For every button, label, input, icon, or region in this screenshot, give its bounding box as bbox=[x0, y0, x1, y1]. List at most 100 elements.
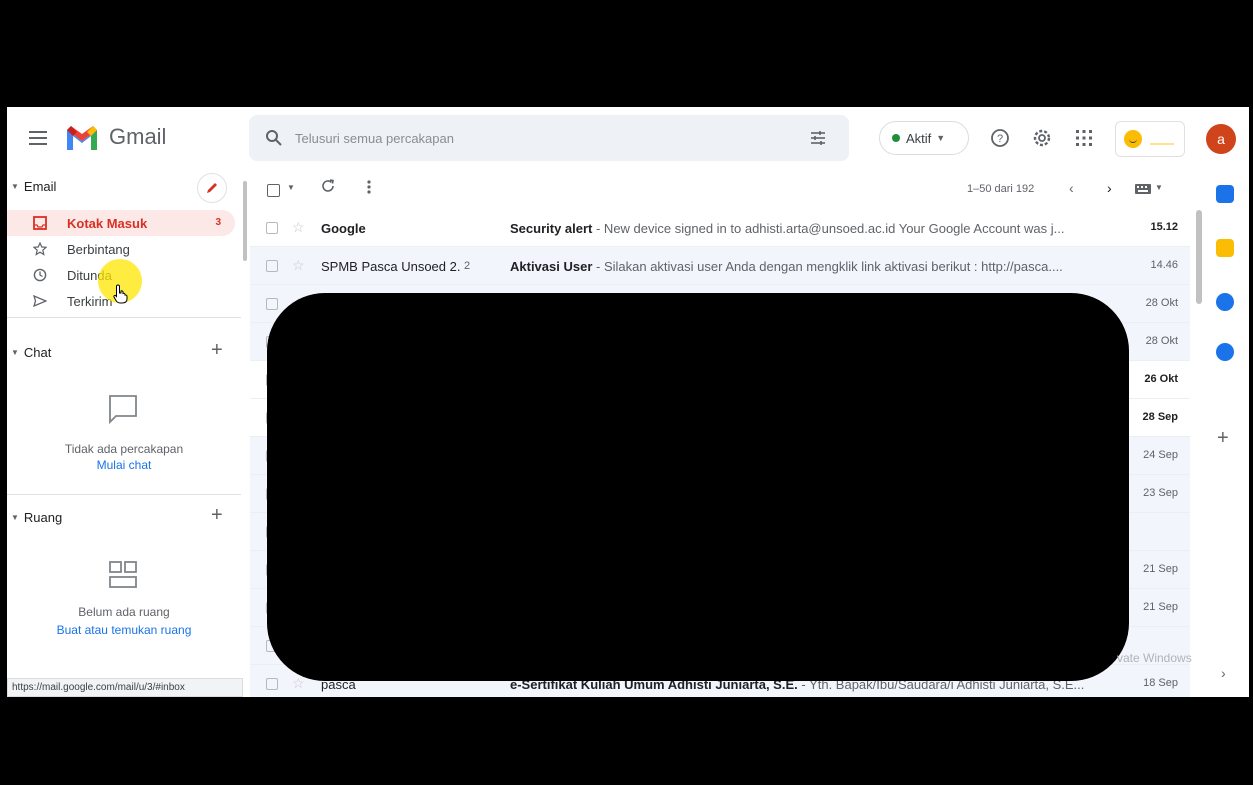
star-icon[interactable]: ☆ bbox=[292, 675, 305, 692]
row-date: 28 Sep bbox=[1142, 411, 1178, 423]
chat-section-header[interactable]: ▼ Chat bbox=[11, 345, 51, 360]
more-options-icon[interactable] bbox=[367, 180, 371, 194]
mail-row[interactable]: ☆ Google Security alert - New device signe… bbox=[250, 209, 1190, 247]
smiley-icon bbox=[1124, 130, 1142, 148]
letterbox-bottom bbox=[0, 697, 1253, 785]
collapse-triangle-icon: ▼ bbox=[11, 513, 19, 522]
chat-section-label: Chat bbox=[23, 345, 52, 360]
prev-page-icon[interactable]: ‹ bbox=[1069, 180, 1074, 196]
row-date: 28 Okt bbox=[1145, 297, 1178, 309]
select-dropdown-icon[interactable]: ▼ bbox=[287, 183, 295, 192]
calendar-icon[interactable] bbox=[1216, 185, 1234, 203]
star-icon bbox=[33, 242, 47, 256]
row-date: 21 Sep bbox=[1143, 563, 1178, 575]
divider bbox=[7, 494, 241, 495]
sidebar-scrollbar[interactable] bbox=[243, 181, 247, 261]
search-input[interactable] bbox=[295, 127, 775, 149]
gmail-logo[interactable]: Gmail bbox=[65, 124, 166, 150]
new-room-plus-icon[interactable]: + bbox=[211, 504, 223, 527]
row-subject: Security alert - New device signed in to… bbox=[510, 221, 1090, 236]
account-switcher-chip[interactable] bbox=[1115, 121, 1185, 157]
next-page-icon[interactable]: › bbox=[1107, 180, 1112, 196]
mail-row[interactable]: ☆ SPMB Pasca Unsoed 2. 2 Aktivasi User - Si… bbox=[250, 247, 1190, 285]
sidebar-item-label: Berbintang bbox=[67, 242, 130, 257]
apps-grid-icon[interactable] bbox=[1071, 125, 1097, 151]
input-tools-icon[interactable] bbox=[1135, 184, 1151, 194]
row-date: 21 Sep bbox=[1143, 601, 1178, 613]
clock-icon bbox=[33, 268, 47, 282]
help-icon[interactable]: ? bbox=[987, 125, 1013, 151]
select-all-checkbox[interactable] bbox=[267, 184, 280, 197]
letterbox-top bbox=[0, 0, 1253, 107]
collapse-triangle-icon: ▼ bbox=[11, 348, 19, 357]
find-room-link[interactable]: Buat atau temukan ruang bbox=[7, 623, 241, 637]
thread-count: 2 bbox=[464, 260, 471, 272]
pencil-icon bbox=[207, 183, 217, 193]
row-date: 14.46 bbox=[1150, 259, 1178, 271]
activate-windows-watermark: vate Windows bbox=[1117, 651, 1192, 665]
mail-list-scrollbar[interactable] bbox=[1196, 210, 1202, 304]
show-side-panel-chevron-icon[interactable]: › bbox=[1221, 665, 1226, 681]
rooms-icon bbox=[109, 561, 137, 588]
gmail-m-icon bbox=[67, 126, 97, 150]
divider bbox=[7, 317, 241, 318]
get-addons-plus-icon[interactable]: + bbox=[1217, 427, 1229, 450]
chip-decoration bbox=[1150, 143, 1174, 145]
snippet-text: - New device signed in to adhisti.arta@u… bbox=[592, 221, 1065, 236]
start-chat-link[interactable]: Mulai chat bbox=[7, 458, 241, 472]
send-icon bbox=[33, 294, 47, 308]
row-checkbox[interactable] bbox=[266, 260, 278, 272]
mail-toolbar: ▼ 1–50 dari 192 ‹ › ▼ bbox=[257, 171, 1197, 209]
letterbox-right bbox=[1249, 0, 1253, 785]
chat-bubble-icon bbox=[109, 395, 137, 425]
pagination-text: 1–50 dari 192 bbox=[967, 183, 1035, 195]
status-url-tooltip: https://mail.google.com/mail/u/3/#inbox bbox=[7, 678, 243, 697]
hand-pointer-icon bbox=[113, 284, 128, 304]
email-section-label: Email bbox=[23, 179, 57, 194]
search-options-icon[interactable] bbox=[809, 129, 827, 147]
row-date: 24 Sep bbox=[1143, 449, 1178, 461]
collapse-triangle-icon: ▼ bbox=[11, 182, 19, 191]
gmail-app: Gmail Aktif ▼ ? bbox=[7, 107, 1249, 697]
redaction-overlay bbox=[267, 293, 1129, 681]
top-bar: Gmail Aktif ▼ ? bbox=[7, 107, 1249, 171]
sidebar-item-inbox[interactable]: Kotak Masuk 3 bbox=[7, 210, 235, 236]
row-date: 23 Sep bbox=[1143, 487, 1178, 499]
email-section-header[interactable]: ▼ Email bbox=[11, 179, 56, 194]
app-name: Gmail bbox=[109, 124, 167, 149]
row-date: 28 Okt bbox=[1145, 335, 1178, 347]
star-icon[interactable]: ☆ bbox=[292, 219, 305, 236]
subject-text: Security alert bbox=[510, 221, 593, 236]
new-chat-plus-icon[interactable]: + bbox=[211, 339, 223, 362]
settings-gear-icon[interactable] bbox=[1029, 125, 1055, 151]
star-icon[interactable]: ☆ bbox=[292, 257, 305, 274]
row-sender: Google bbox=[321, 221, 366, 236]
search-icon[interactable] bbox=[265, 129, 283, 147]
tasks-icon[interactable] bbox=[1216, 293, 1234, 311]
inbox-icon bbox=[33, 216, 47, 230]
hamburger-menu-icon[interactable] bbox=[29, 131, 47, 145]
rooms-empty-text: Belum ada ruang bbox=[78, 605, 170, 619]
rooms-section-header[interactable]: ▼ Ruang bbox=[11, 510, 62, 525]
keep-icon[interactable] bbox=[1216, 239, 1234, 257]
subject-text: Aktivasi User bbox=[510, 259, 593, 274]
status-label: Aktif bbox=[906, 130, 932, 146]
row-checkbox[interactable] bbox=[266, 298, 278, 310]
row-date: 18 Sep bbox=[1143, 677, 1178, 689]
row-sender: SPMB Pasca Unsoed 2. bbox=[321, 259, 461, 274]
status-dot-icon bbox=[892, 134, 900, 142]
compose-button[interactable] bbox=[197, 173, 227, 203]
row-subject: Aktivasi User - Silakan aktivasi user An… bbox=[510, 259, 1090, 274]
row-checkbox[interactable] bbox=[266, 222, 278, 234]
rooms-section-label: Ruang bbox=[23, 510, 63, 525]
refresh-icon[interactable] bbox=[321, 179, 335, 193]
status-dropdown[interactable]: Aktif ▼ bbox=[879, 121, 969, 155]
caret-down-icon[interactable]: ▼ bbox=[1155, 183, 1163, 192]
row-checkbox[interactable] bbox=[266, 678, 278, 690]
contacts-icon[interactable] bbox=[1216, 343, 1234, 361]
search-bar[interactable] bbox=[249, 115, 849, 161]
svg-text:?: ? bbox=[997, 133, 1003, 145]
snippet-text: - Silakan aktivasi user Anda dengan meng… bbox=[592, 259, 1063, 274]
account-avatar[interactable]: a bbox=[1206, 124, 1236, 154]
letterbox-left bbox=[0, 0, 7, 785]
